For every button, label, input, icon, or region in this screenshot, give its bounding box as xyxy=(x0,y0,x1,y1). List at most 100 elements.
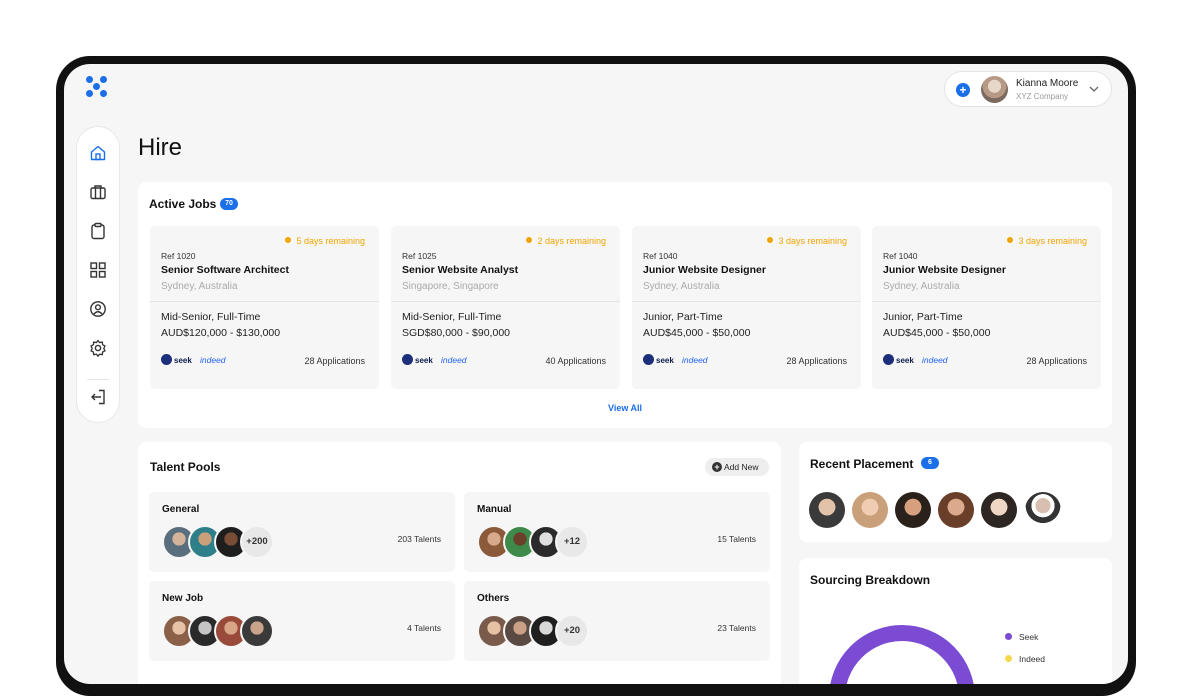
user-pin-icon xyxy=(90,301,106,317)
legend-indeed: Indeed xyxy=(1005,654,1045,664)
seek-dot-icon xyxy=(1005,633,1012,640)
nav-logout[interactable] xyxy=(88,387,108,407)
divider xyxy=(150,301,379,302)
seek-segment xyxy=(830,625,974,684)
sidebar xyxy=(76,126,120,423)
job-type: Junior, Part-Time xyxy=(643,311,723,323)
job-card[interactable]: 3 days remaining Ref 1040 Junior Website… xyxy=(872,226,1101,389)
nav-apps[interactable] xyxy=(88,260,108,280)
avatar[interactable] xyxy=(895,492,931,528)
job-salary: AUD$45,000 - $50,000 xyxy=(643,327,751,339)
add-icon[interactable]: + xyxy=(956,83,970,97)
job-applications: 28 Applications xyxy=(304,356,365,366)
talent-pools-card: Talent Pools + Add New General +200 203 T… xyxy=(138,442,781,684)
pool-name: Others xyxy=(477,593,510,604)
plus-icon: + xyxy=(712,462,722,472)
seek-icon xyxy=(883,354,894,365)
avatar[interactable] xyxy=(809,492,845,528)
divider xyxy=(391,301,620,302)
pool-name: Manual xyxy=(477,504,512,515)
divider xyxy=(872,301,1101,302)
legend-seek: Seek xyxy=(1005,632,1038,642)
job-salary: AUD$120,000 - $130,000 xyxy=(161,327,281,339)
home-icon xyxy=(90,145,106,161)
seek-logo: seek xyxy=(161,354,192,366)
job-card[interactable]: 5 days remaining Ref 1020 Senior Softwar… xyxy=(150,226,379,389)
warning-dot-icon xyxy=(767,237,774,243)
user-company: XYZ Company xyxy=(1016,92,1069,101)
pool-name: General xyxy=(162,504,200,515)
sourcing-breakdown-title: Sourcing Breakdown xyxy=(810,573,931,587)
nav-home[interactable] xyxy=(88,143,108,163)
seek-icon xyxy=(161,354,172,365)
app-logo[interactable] xyxy=(86,76,112,102)
job-type: Mid-Senior, Full-Time xyxy=(161,311,261,323)
talent-pool-card[interactable]: General +200 203 Talents xyxy=(149,492,455,572)
user-name: Kianna Moore xyxy=(1016,78,1079,89)
nav-tasks[interactable] xyxy=(88,221,108,241)
job-applications: 28 Applications xyxy=(786,356,847,366)
job-type: Mid-Senior, Full-Time xyxy=(402,311,502,323)
pool-count: 23 Talents xyxy=(717,623,756,633)
sourcing-donut-chart xyxy=(830,625,974,684)
sourcing-breakdown-card: Sourcing Breakdown Seek Indeed xyxy=(799,558,1112,684)
app-screen: + Kianna Moore XYZ Company Hire Active J… xyxy=(64,64,1128,684)
warning-dot-icon xyxy=(285,237,292,243)
grid-icon xyxy=(90,262,106,278)
chevron-down-icon[interactable] xyxy=(1088,83,1100,95)
avatar-more-count: +12 xyxy=(555,525,589,559)
avatar xyxy=(240,614,274,648)
clipboard-icon xyxy=(91,222,105,240)
avatar xyxy=(981,76,1008,103)
job-applications: 28 Applications xyxy=(1026,356,1087,366)
nav-candidates[interactable] xyxy=(88,299,108,319)
page-title: Hire xyxy=(138,134,183,161)
logout-icon xyxy=(91,389,105,405)
seek-logo: seek xyxy=(883,354,914,366)
avatar-more-count: +20 xyxy=(555,614,589,648)
avatar[interactable] xyxy=(938,492,974,528)
job-remaining: 3 days remaining xyxy=(767,236,847,246)
seek-icon xyxy=(402,354,413,365)
job-ref: Ref 1020 xyxy=(161,251,196,261)
pool-name: New Job xyxy=(162,593,204,604)
job-card[interactable]: 2 days remaining Ref 1025 Senior Website… xyxy=(391,226,620,389)
job-salary: AUD$45,000 - $50,000 xyxy=(883,327,991,339)
warning-dot-icon xyxy=(526,237,533,243)
job-remaining: 3 days remaining xyxy=(1007,236,1087,246)
job-remaining: 5 days remaining xyxy=(285,236,365,246)
indeed-logo: indeed xyxy=(922,355,948,365)
active-jobs-count-badge: 70 xyxy=(220,198,238,210)
job-title: Senior Software Architect xyxy=(161,264,289,276)
talent-pool-card[interactable]: New Job 4 Talents xyxy=(149,581,455,661)
seek-logo: seek xyxy=(402,354,433,366)
job-location: Sydney, Australia xyxy=(883,281,960,292)
job-location: Singapore, Singapore xyxy=(402,281,499,292)
indeed-logo: indeed xyxy=(200,355,226,365)
gear-icon xyxy=(90,339,106,357)
avatar[interactable] xyxy=(852,492,888,528)
job-location: Sydney, Australia xyxy=(643,281,720,292)
avatar[interactable] xyxy=(981,492,1017,528)
talent-pool-card[interactable]: Others +20 23 Talents xyxy=(464,581,770,661)
add-new-button[interactable]: + Add New xyxy=(705,458,769,476)
avatar[interactable] xyxy=(1025,492,1061,528)
job-applications: 40 Applications xyxy=(545,356,606,366)
talent-pool-card[interactable]: Manual +12 15 Talents xyxy=(464,492,770,572)
divider xyxy=(632,301,861,302)
job-title: Senior Website Analyst xyxy=(402,264,519,276)
talent-pools-title: Talent Pools xyxy=(150,460,221,474)
active-jobs-card: Active Jobs 70 5 days remaining Ref 1020… xyxy=(138,182,1112,428)
seek-logo: seek xyxy=(643,354,674,366)
warning-dot-icon xyxy=(1007,237,1014,243)
indeed-logo: indeed xyxy=(682,355,708,365)
nav-jobs[interactable] xyxy=(88,182,108,202)
recent-placement-title: Recent Placement xyxy=(810,457,914,471)
view-all-link[interactable]: View All xyxy=(138,403,1112,413)
recent-placement-card: Recent Placement 6 xyxy=(799,442,1112,542)
job-card[interactable]: 3 days remaining Ref 1040 Junior Website… xyxy=(632,226,861,389)
nav-settings[interactable] xyxy=(88,338,108,358)
user-menu[interactable]: + Kianna Moore XYZ Company xyxy=(944,71,1112,107)
job-location: Sydney, Australia xyxy=(161,281,238,292)
sidebar-divider xyxy=(87,379,109,380)
